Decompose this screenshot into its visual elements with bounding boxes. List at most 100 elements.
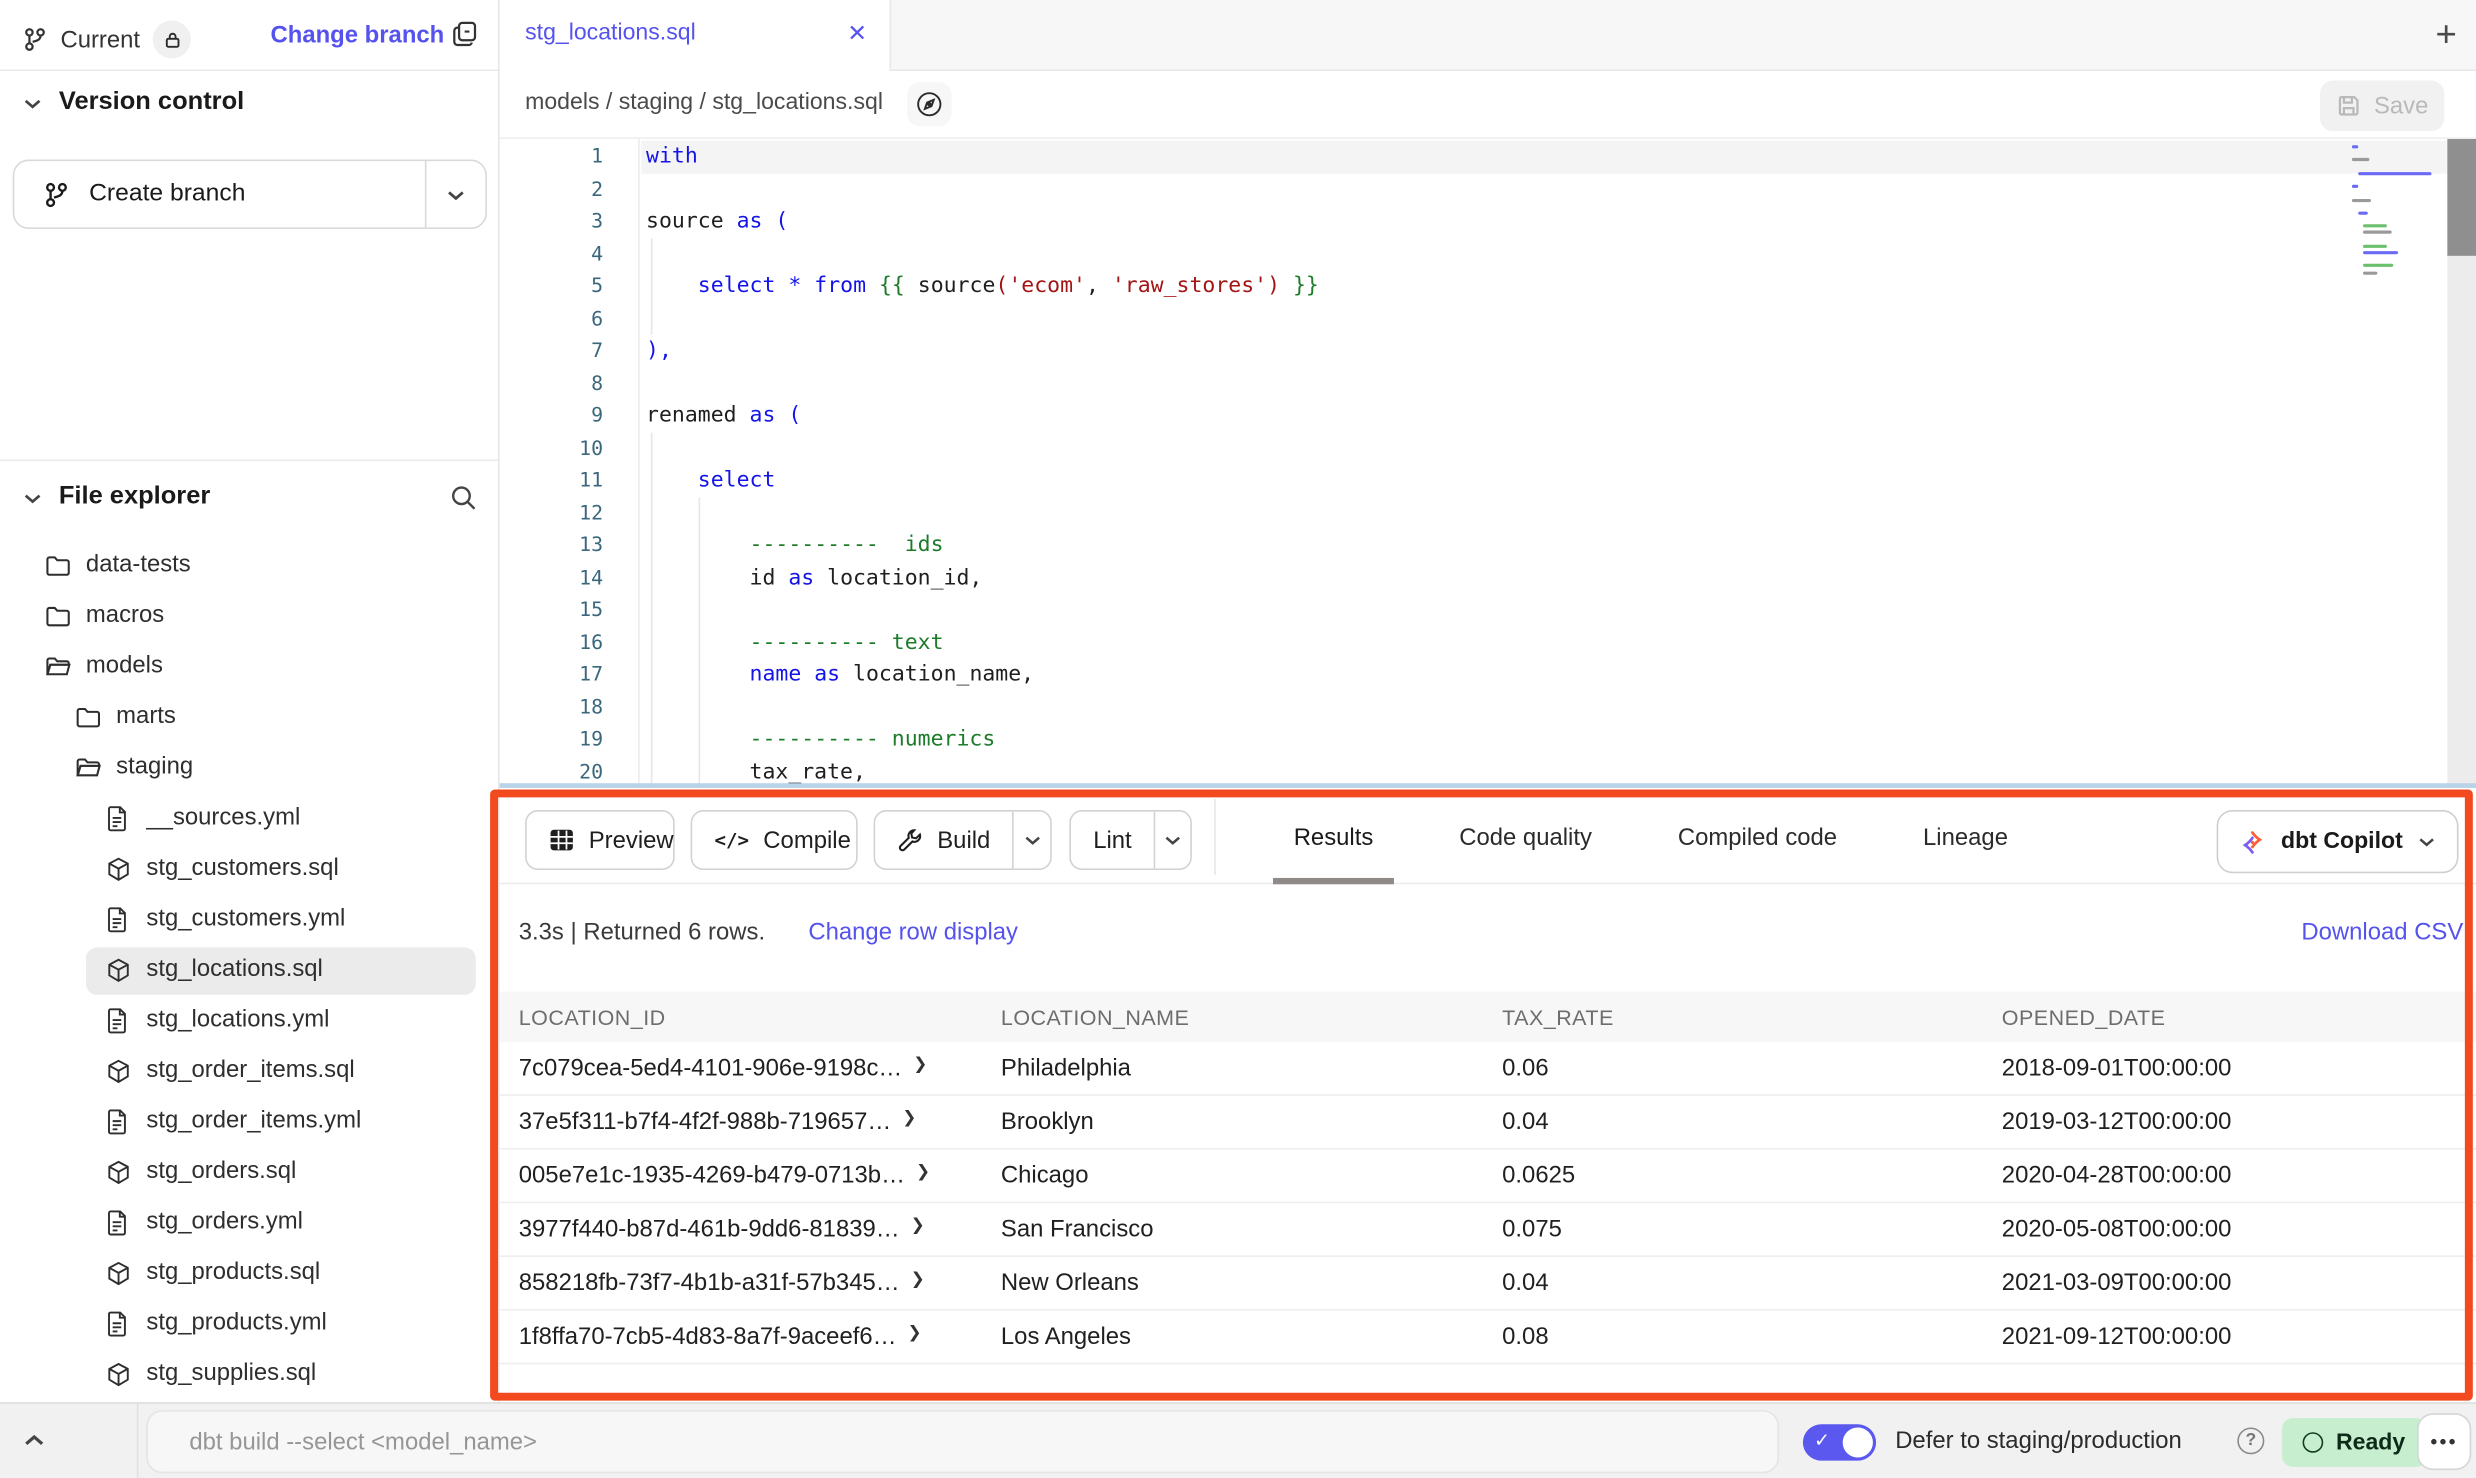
editor-scrollbar-thumb[interactable]	[2447, 139, 2476, 256]
code-line-4	[646, 238, 2476, 270]
new-tab-plus-icon[interactable]: +	[2436, 13, 2457, 56]
lint-dropdown-chevron[interactable]	[1154, 812, 1190, 869]
table-cell: 2021-03-09T00:00:00	[2002, 1270, 2476, 1297]
tree-item-models[interactable]: models	[0, 643, 498, 694]
table-cell: 0.0625	[1502, 1162, 2002, 1189]
dbt-ide-app: Current Change branch Version control	[0, 0, 2476, 1478]
table-row[interactable]: 7c079cea-5ed4-4101-906e-9198c…❯Philadelp…	[500, 1042, 2476, 1096]
table-row[interactable]: 858218fb-73f7-4b1b-a31f-57b345…❯New Orle…	[500, 1257, 2476, 1311]
tree-item-stg-orders-yml[interactable]: stg_orders.yml	[0, 1199, 498, 1250]
tree-item-stg-customers-yml[interactable]: stg_customers.yml	[0, 895, 498, 946]
change-row-display-link[interactable]: Change row display	[808, 919, 1018, 946]
code-line-10	[646, 432, 2476, 464]
create-branch-main[interactable]: Create branch	[14, 161, 425, 227]
folder-open-icon	[45, 654, 72, 681]
create-branch-dropdown[interactable]	[425, 161, 485, 227]
tree-item--sources-yml[interactable]: __sources.yml	[0, 794, 498, 845]
tree-item-stg-customers-sql[interactable]: stg_customers.sql	[0, 845, 498, 896]
minimap-line	[2352, 185, 2358, 188]
code-line-13: ---------- ids	[646, 529, 2476, 561]
line-number: 9	[500, 400, 638, 432]
create-branch-button[interactable]: Create branch	[13, 159, 487, 228]
line-number: 14	[500, 561, 638, 593]
panel-tab-code-quality[interactable]: Code quality	[1416, 790, 1635, 885]
minimap-line	[2352, 198, 2371, 201]
column-header-tax_rate: TAX_RATE	[1502, 1005, 2002, 1029]
download-csv-link[interactable]: Download CSV	[2301, 919, 2463, 946]
tree-item-stg-order-items-yml[interactable]: stg_order_items.yml	[0, 1097, 498, 1148]
tab-label: stg_locations.sql	[525, 21, 696, 46]
defer-toggle[interactable]: ✓	[1803, 1424, 1876, 1460]
lint-label: Lint	[1093, 827, 1131, 854]
git-branch-icon	[22, 27, 47, 52]
tree-item-staging[interactable]: staging	[0, 744, 498, 795]
panel-tab-compiled-code[interactable]: Compiled code	[1635, 790, 1880, 885]
lineage-icon[interactable]	[907, 82, 952, 126]
table-cell: 005e7e1c-1935-4269-b479-0713b…❯	[500, 1162, 1001, 1189]
table-row[interactable]: 3977f440-b87d-461b-9dd6-81839…❯San Franc…	[500, 1203, 2476, 1257]
table-cell: 1f8ffa70-7cb5-4d83-8a7f-9aceef6…❯	[500, 1323, 1001, 1350]
help-icon[interactable]: ?	[2237, 1427, 2264, 1454]
horizontal-scrollbar[interactable]	[500, 783, 2476, 788]
compile-button[interactable]: </> Compile	[691, 810, 858, 870]
expand-cell-chevron-icon[interactable]: ❯	[911, 1216, 925, 1235]
editor-scrollbar-track[interactable]	[2447, 139, 2476, 788]
lint-button[interactable]: Lint	[1069, 810, 1192, 870]
tree-item-macros[interactable]: macros	[0, 592, 498, 643]
table-cell: Philadelphia	[1001, 1055, 1502, 1082]
file-explorer-header[interactable]: File explorer	[22, 483, 210, 511]
save-button[interactable]: Save	[2320, 81, 2444, 132]
table-cell: Los Angeles	[1001, 1323, 1502, 1350]
search-icon[interactable]	[449, 483, 479, 513]
minimap-line	[2363, 225, 2387, 228]
tree-item-stg-products-yml[interactable]: stg_products.yml	[0, 1300, 498, 1351]
tree-item-data-tests[interactable]: data-tests	[0, 542, 498, 593]
file-icon	[105, 805, 129, 832]
code-lines[interactable]: with source as ( select * from {{ source…	[646, 139, 2476, 788]
minimap-line	[2363, 271, 2377, 274]
line-number: 19	[500, 723, 638, 755]
tree-item-stg-products-sql[interactable]: stg_products.sql	[0, 1249, 498, 1300]
tab-stg-locations-sql[interactable]: stg_locations.sql ✕	[500, 0, 891, 71]
minimap-gap	[2352, 192, 2435, 199]
folder-icon	[75, 704, 102, 731]
preview-button[interactable]: Preview	[525, 810, 675, 870]
command-input[interactable]: dbt build --select <model_name>	[146, 1410, 1779, 1473]
column-header-opened_date: OPENED_DATE	[2002, 1005, 2476, 1029]
version-control-header[interactable]: Version control	[22, 88, 244, 116]
overflow-menu-button[interactable]: •••	[2417, 1413, 2471, 1470]
ready-status-badge[interactable]: Ready	[2282, 1418, 2426, 1467]
table-cell: 37e5f311-b7f4-4f2f-988b-719657…❯	[500, 1109, 1001, 1136]
minimap-line	[2363, 251, 2398, 254]
ready-label: Ready	[2336, 1430, 2405, 1455]
table-row[interactable]: 37e5f311-b7f4-4f2f-988b-719657…❯Brooklyn…	[500, 1096, 2476, 1150]
current-branch[interactable]: Current	[22, 21, 191, 59]
change-branch-link[interactable]: Change branch	[271, 22, 445, 49]
expand-cell-chevron-icon[interactable]: ❯	[902, 1109, 916, 1128]
panel-toolbar: Preview </> Compile	[500, 790, 2476, 885]
chevron-up-icon[interactable]	[22, 1429, 46, 1453]
panel-tab-lineage[interactable]: Lineage	[1880, 790, 2051, 885]
close-icon[interactable]: ✕	[847, 19, 867, 47]
table-row[interactable]: 1f8ffa70-7cb5-4d83-8a7f-9aceef6…❯Los Ang…	[500, 1311, 2476, 1365]
tree-item-stg-supplies-sql[interactable]: stg_supplies.sql	[0, 1350, 498, 1401]
panel-tab-results[interactable]: Results	[1251, 790, 1417, 885]
tree-item-stg-locations-yml[interactable]: stg_locations.yml	[0, 996, 498, 1047]
tree-item-stg-order-items-sql[interactable]: stg_order_items.sql	[0, 1047, 498, 1098]
code-editor[interactable]: 1234567891011121314151617181920 with sou…	[500, 139, 2476, 788]
code-line-7: ),	[646, 335, 2476, 367]
minimap-gap	[2352, 205, 2435, 212]
expand-cell-chevron-icon[interactable]: ❯	[908, 1323, 922, 1342]
expand-cell-chevron-icon[interactable]: ❯	[913, 1055, 927, 1074]
dbt-copilot-button[interactable]: dbt Copilot	[2217, 810, 2458, 873]
build-button[interactable]: Build	[874, 810, 1052, 870]
tree-item-stg-locations-sql[interactable]: stg_locations.sql	[0, 946, 498, 997]
table-row[interactable]: 005e7e1c-1935-4269-b479-0713b…❯Chicago0.…	[500, 1150, 2476, 1204]
expand-cell-chevron-icon[interactable]: ❯	[911, 1270, 925, 1289]
expand-cell-chevron-icon[interactable]: ❯	[916, 1162, 930, 1181]
copy-branch-icon[interactable]	[450, 19, 480, 49]
git-branch-icon	[43, 181, 70, 208]
build-dropdown-chevron[interactable]	[1013, 812, 1051, 869]
tree-item-stg-orders-sql[interactable]: stg_orders.sql	[0, 1148, 498, 1199]
tree-item-marts[interactable]: marts	[0, 693, 498, 744]
